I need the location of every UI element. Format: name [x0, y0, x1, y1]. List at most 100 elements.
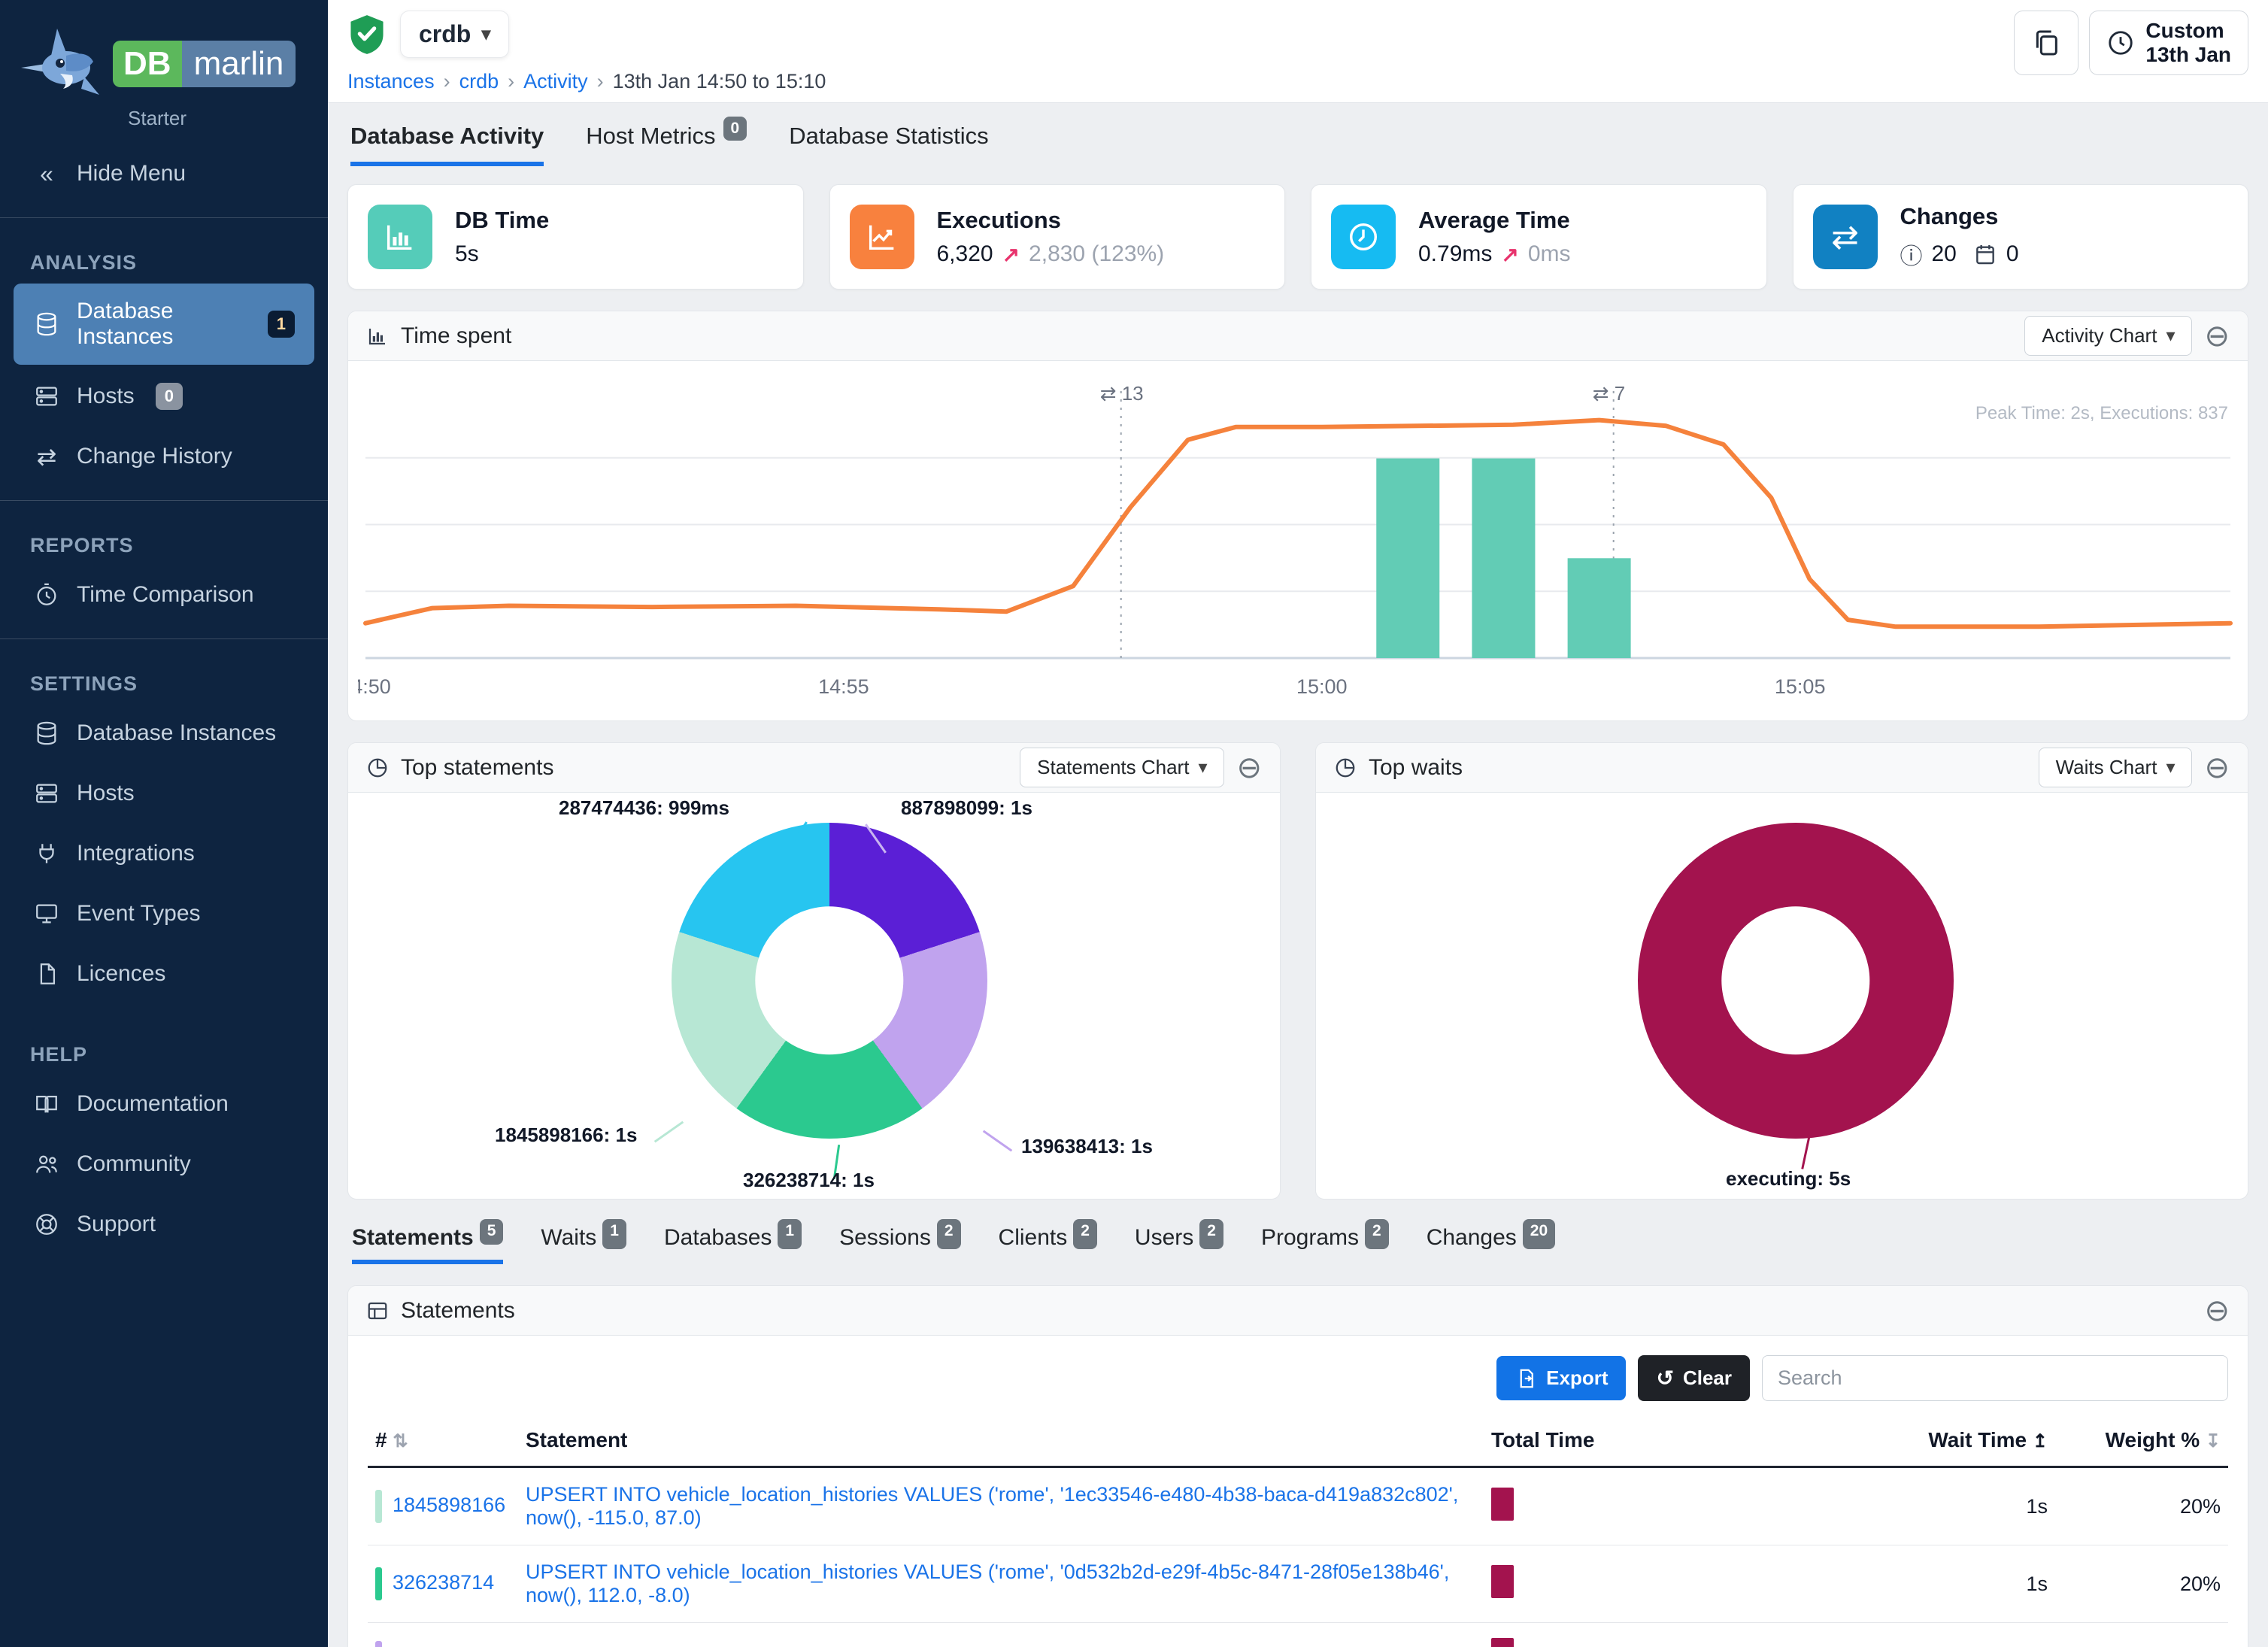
sidebar-item-licences[interactable]: Licences [14, 945, 314, 1002]
tab-badge: 2 [1073, 1219, 1097, 1249]
donut-label: 139638413: 1s [1021, 1135, 1153, 1158]
statements-panel: Statements ⊖ Export ↺ Clear # ⇅ [347, 1285, 2248, 1647]
statements-donut[interactable] [672, 823, 987, 1139]
activity-chart-select[interactable]: Activity Chart▾ [2024, 316, 2192, 356]
clock-icon [1331, 205, 1396, 269]
statements-chart-select[interactable]: Statements Chart▾ [1020, 748, 1224, 787]
statement-id-link[interactable]: 139638413 [393, 1645, 494, 1647]
collapse-panel-icon[interactable]: ⊖ [1236, 753, 1262, 783]
time-range-button[interactable]: Custom 13th Jan [2089, 11, 2248, 75]
donut-label: 887898099: 1s [901, 796, 1032, 820]
sidebar-item-integrations[interactable]: Integrations [14, 825, 314, 882]
donut-label: 326238714: 1s [743, 1169, 875, 1192]
collapse-panel-icon[interactable]: ⊖ [2204, 321, 2230, 351]
tab-badge: 2 [937, 1219, 961, 1249]
weight-cell: 20% [2055, 1467, 2228, 1545]
sidebar-item-settings-hosts[interactable]: Hosts [14, 765, 314, 822]
sidebar-item-change-history[interactable]: ⇄ Change History [14, 428, 314, 485]
tab-waits[interactable]: Waits1 [541, 1225, 626, 1264]
metric-cards: DB Time 5s Executions 6,320 ↗ 2,830 (123… [347, 184, 2248, 290]
event-types-icon [33, 900, 60, 927]
info-icon: ⓘ [1900, 238, 1923, 271]
sidebar-item-support[interactable]: Support [14, 1196, 314, 1253]
section-help: HELP [0, 1024, 328, 1074]
divider [0, 638, 328, 639]
hosts-icon [33, 780, 60, 807]
table-row: 326238714 UPSERT INTO vehicle_location_h… [368, 1545, 2228, 1623]
sidebar-item-event-types[interactable]: Event Types [14, 885, 314, 942]
sort-asc-icon[interactable]: ↥ [2033, 1431, 2048, 1451]
tab-statements[interactable]: Statements5 [352, 1225, 503, 1264]
tab-host-metrics[interactable]: Host Metrics0 [586, 123, 747, 166]
col-header-id[interactable]: # [375, 1428, 387, 1451]
wait-time-cell: 1s [1732, 1545, 2055, 1623]
tab-sessions[interactable]: Sessions2 [839, 1225, 960, 1264]
sidebar-item-label: Integrations [77, 841, 195, 866]
tab-users[interactable]: Users2 [1135, 1225, 1223, 1264]
export-button[interactable]: Export [1496, 1356, 1626, 1400]
sidebar-item-hosts[interactable]: Hosts 0 [14, 368, 314, 425]
col-header-statement[interactable]: Statement [518, 1415, 1484, 1467]
donut-label: 1845898166: 1s [495, 1124, 637, 1147]
svg-text:⇄ 13: ⇄ 13 [1100, 382, 1144, 405]
tab-database-activity[interactable]: Database Activity [350, 123, 544, 166]
hide-menu-button[interactable]: « Hide Menu [14, 145, 314, 202]
top-waits-panel: Top waits Waits Chart▾ ⊖ executing: 5s [1315, 742, 2248, 1200]
sidebar-item-time-comparison[interactable]: Time Comparison [14, 566, 314, 623]
breadcrumb-crdb[interactable]: crdb [459, 70, 499, 93]
brand-marlin: marlin [182, 41, 296, 87]
brand-db: DB [113, 41, 182, 87]
statement-id-link[interactable]: 326238714 [393, 1571, 494, 1594]
breadcrumb-activity[interactable]: Activity [523, 70, 588, 93]
hide-menu-label: Hide Menu [77, 161, 186, 187]
shield-check-icon [347, 14, 387, 56]
time-spent-panel: Time spent Activity Chart▾ ⊖ Peak Time: … [347, 311, 2248, 721]
col-header-weight[interactable]: Weight % [2106, 1428, 2200, 1451]
time-spent-chart: ⇄ 13⇄ 714:5014:5515:0015:05 [358, 361, 2238, 714]
col-header-total-time[interactable]: Total Time [1484, 1415, 1732, 1467]
time-range-date: 13th Jan [2145, 43, 2231, 66]
sidebar-item-database-instances[interactable]: Database Instances 1 [14, 284, 314, 365]
collapse-panel-icon[interactable]: ⊖ [2204, 753, 2230, 783]
waits-chart-select[interactable]: Waits Chart▾ [2039, 748, 2193, 787]
col-header-wait-time[interactable]: Wait Time [1928, 1428, 2027, 1451]
search-input[interactable] [1762, 1355, 2228, 1401]
sort-icon[interactable]: ↧ [2206, 1431, 2221, 1451]
clear-button[interactable]: ↺ Clear [1638, 1355, 1750, 1401]
card-title: DB Time [455, 207, 549, 234]
card-delta: 2,830 (123%) [1029, 241, 1164, 267]
tab-database-statistics[interactable]: Database Statistics [789, 123, 988, 166]
statement-link[interactable]: UPSERT INTO vehicle_location_histories V… [526, 1483, 1458, 1529]
tab-changes[interactable]: Changes20 [1427, 1225, 1555, 1264]
statement-color-chip [375, 1490, 382, 1523]
section-analysis: ANALYSIS [0, 232, 328, 282]
chart-icon [366, 325, 389, 347]
copy-button[interactable] [2014, 11, 2078, 75]
card-changes: ⇄ Changes ⓘ 20 0 [1793, 184, 2249, 290]
sidebar-item-community[interactable]: Community [14, 1136, 314, 1193]
statement-color-chip [375, 1641, 382, 1647]
table-row: 139638413 SELECT city, id FROM vehicles … [368, 1623, 2228, 1647]
sidebar-item-label: Change History [77, 444, 232, 469]
instance-selector[interactable]: crdb ▾ [400, 11, 509, 58]
tab-databases[interactable]: Databases1 [664, 1225, 802, 1264]
statement-id-link[interactable]: 1845898166 [393, 1494, 505, 1516]
sort-icon[interactable]: ⇅ [393, 1431, 408, 1451]
sidebar-item-documentation[interactable]: Documentation [14, 1075, 314, 1133]
database-icon [33, 311, 60, 338]
statement-link[interactable]: UPSERT INTO vehicle_location_histories V… [526, 1561, 1449, 1606]
instance-name: crdb [419, 20, 471, 48]
time-range-mode: Custom [2145, 19, 2224, 42]
collapse-panel-icon[interactable]: ⊖ [2204, 1296, 2230, 1326]
sidebar-item-label: Database Instances [77, 299, 247, 350]
top-statements-chart: 287474436: 999ms 887898099: 1s 184589816… [348, 793, 1280, 1199]
waits-donut[interactable] [1638, 823, 1954, 1139]
brand-logo: DB marlin Starter [0, 0, 328, 141]
tab-programs[interactable]: Programs2 [1261, 1225, 1389, 1264]
breadcrumb-instances[interactable]: Instances [347, 70, 435, 93]
sidebar-item-label: Support [77, 1212, 156, 1237]
sidebar-item-settings-database-instances[interactable]: Database Instances [14, 705, 314, 762]
tab-clients[interactable]: Clients2 [999, 1225, 1097, 1264]
tab-badge: 0 [723, 117, 747, 141]
weight-cell: 20% [2055, 1545, 2228, 1623]
